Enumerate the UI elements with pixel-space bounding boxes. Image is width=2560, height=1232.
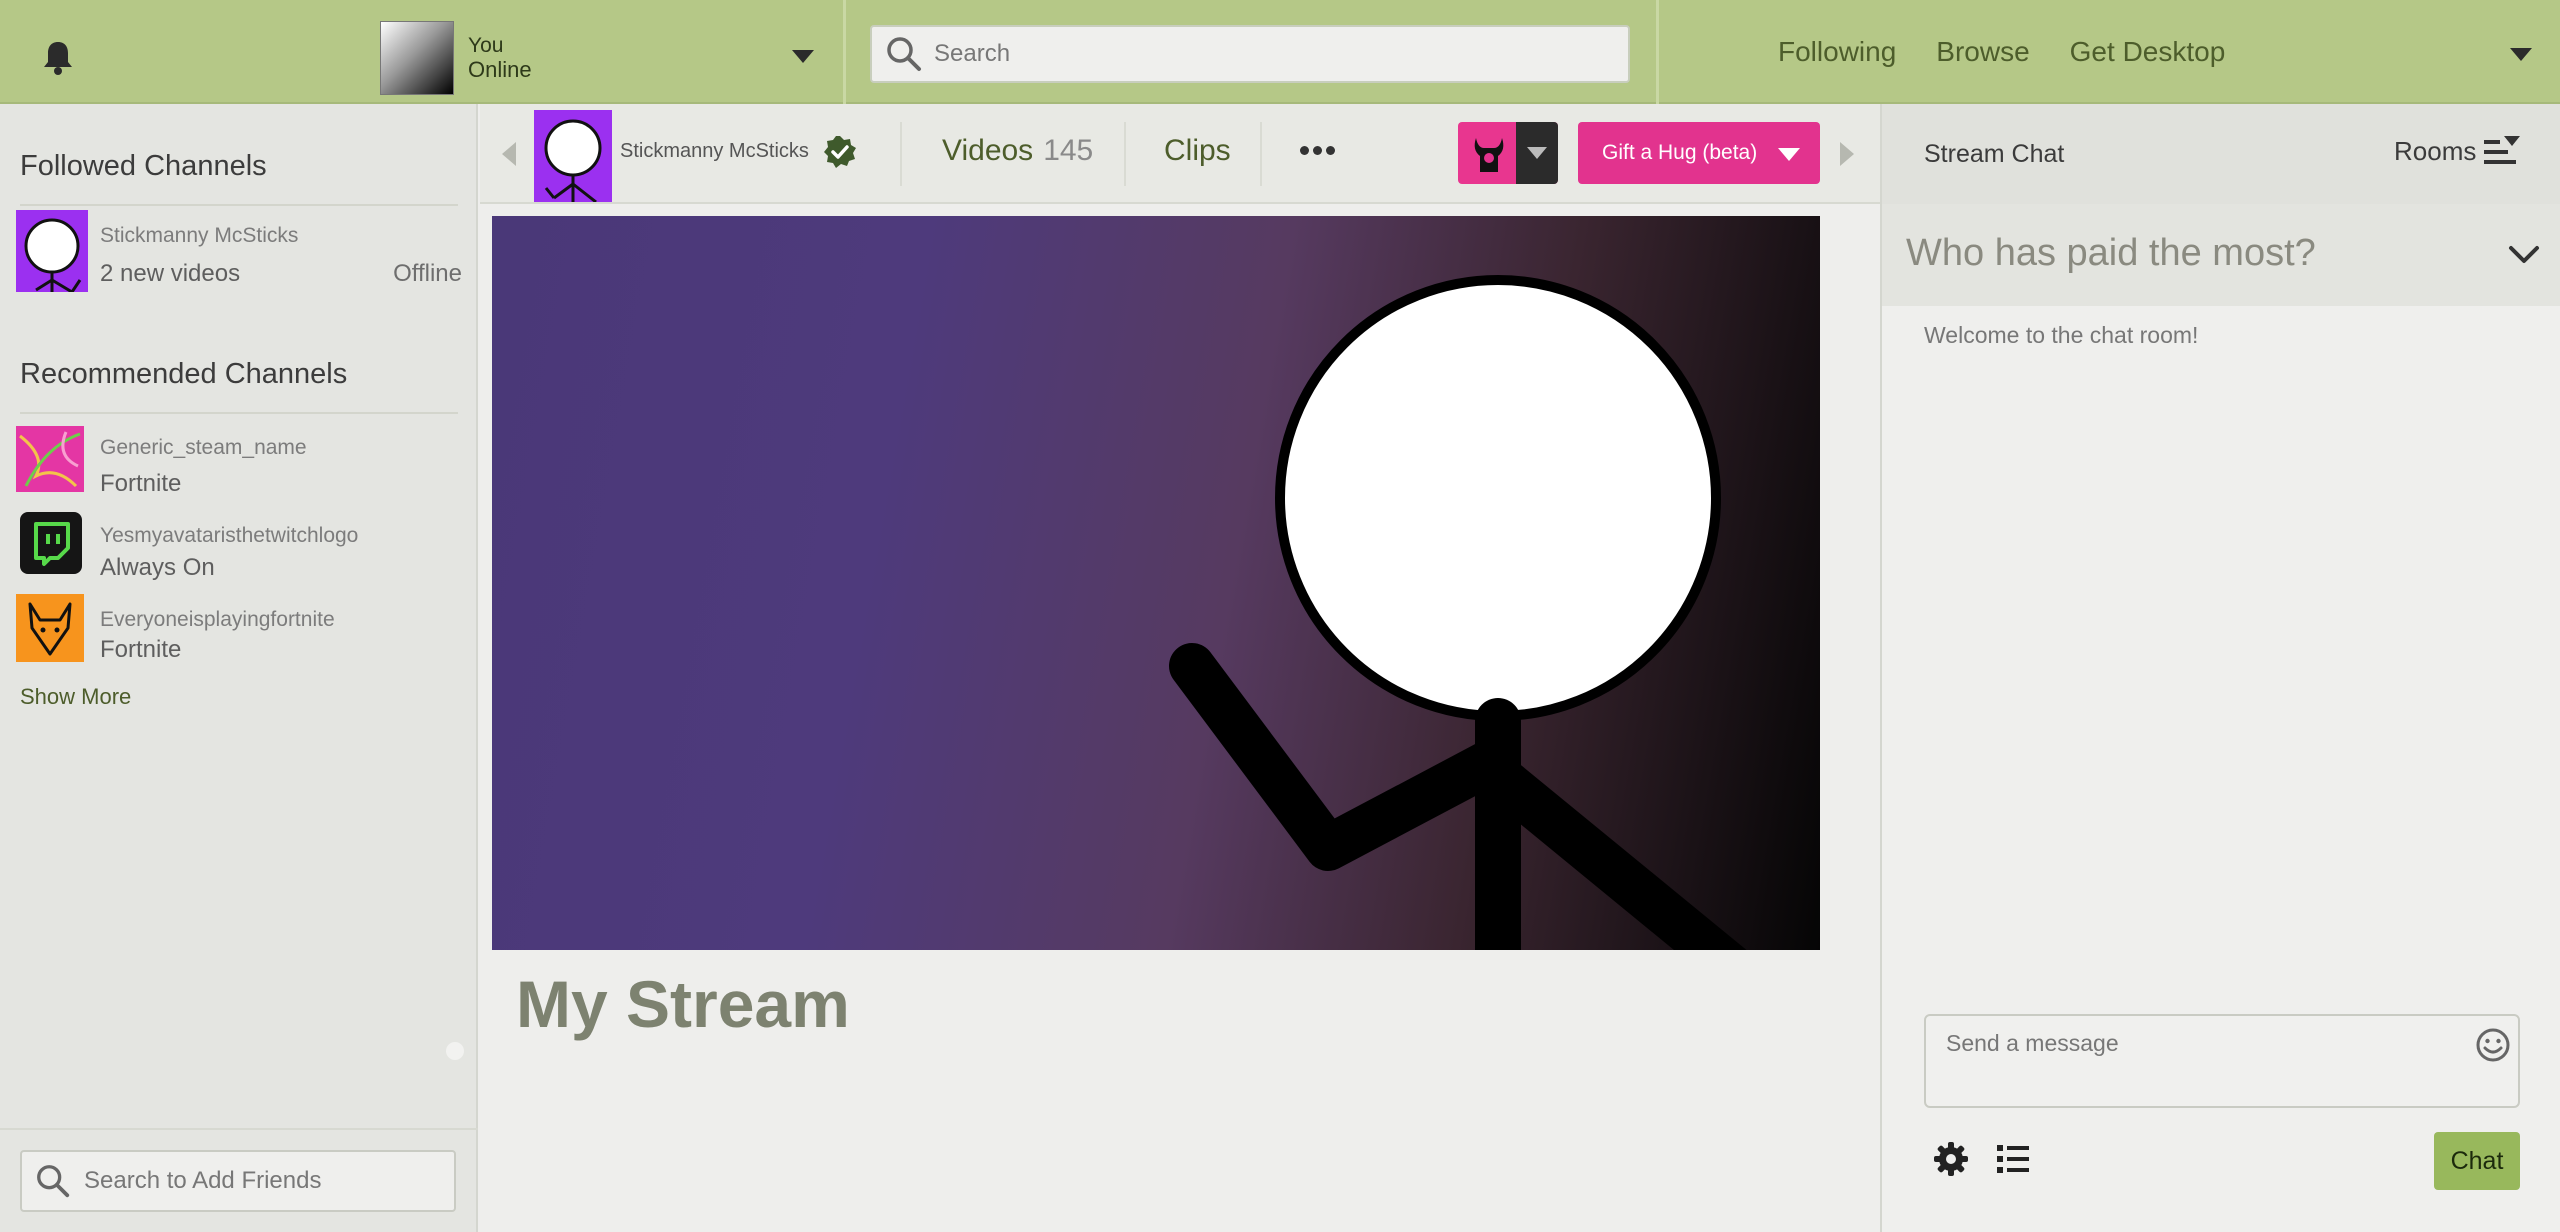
divider — [843, 0, 846, 104]
channel-subtitle: Fortnite — [100, 636, 182, 663]
channel-subtitle: Fortnite — [100, 470, 182, 497]
user-avatar — [380, 21, 454, 95]
channel-subtitle: 2 new videos — [100, 260, 241, 287]
divider — [1656, 0, 1659, 104]
chat-header: Stream Chat Rooms — [1882, 104, 2560, 204]
tab-clips[interactable]: Clips — [1164, 134, 1231, 168]
video-player[interactable] — [492, 216, 1820, 950]
search-icon — [37, 1165, 70, 1198]
rooms-list-icon[interactable] — [2482, 134, 2522, 170]
nav-get-desktop[interactable]: Get Desktop — [2070, 36, 2226, 68]
nav-browse[interactable]: Browse — [1936, 36, 2029, 68]
send-chat-button[interactable]: Chat — [2434, 1132, 2520, 1190]
bell-icon[interactable] — [38, 38, 78, 78]
chevron-down-icon[interactable] — [1516, 122, 1558, 184]
chevron-down-icon[interactable] — [2510, 48, 2532, 61]
emote-button[interactable] — [1458, 122, 1558, 184]
channel-subtitle: Always On — [100, 554, 215, 581]
stream-title: My Stream — [516, 967, 850, 1041]
followed-channel-item[interactable]: Stickmanny McSticks 2 new videos Offline — [16, 210, 462, 292]
list-icon[interactable] — [1994, 1140, 2032, 1178]
channel-name: Stickmanny McSticks — [100, 224, 299, 247]
gift-button-label: Gift a Hug (beta) — [1602, 141, 1758, 164]
friend-search-input[interactable] — [84, 1167, 444, 1195]
user-status: Online — [468, 57, 532, 82]
fox-avatar — [16, 594, 84, 662]
chevron-down-icon[interactable] — [792, 50, 814, 63]
followed-channels-heading: Followed Channels — [20, 150, 267, 182]
tab-videos-label: Videos — [942, 134, 1034, 167]
twitch-logo-avatar — [20, 512, 82, 574]
sidebar: Followed Channels Stickmanny McSticks 2 … — [0, 104, 478, 1232]
recommended-channel-item[interactable]: Yesmyavataristhetwitchlogo Always On — [16, 512, 462, 592]
user-name: You — [468, 34, 504, 57]
channel-status: Offline — [393, 260, 462, 287]
show-more-link[interactable]: Show More — [20, 684, 131, 710]
chat-panel: Stream Chat Rooms Who has paid the most?… — [1880, 104, 2560, 1232]
nav-following[interactable]: Following — [1778, 36, 1896, 68]
pinned-poll[interactable]: Who has paid the most? — [1882, 204, 2560, 306]
emoji-icon[interactable] — [2474, 1026, 2512, 1064]
videos-count: 145 — [1043, 134, 1094, 167]
rooms-button[interactable]: Rooms — [2394, 136, 2476, 167]
channel-name: Generic_steam_name — [100, 436, 307, 459]
divider — [0, 1128, 478, 1130]
search-bar[interactable] — [870, 25, 1630, 83]
recommended-channel-item[interactable]: Generic_steam_name Fortnite — [16, 426, 462, 506]
scroll-right-icon[interactable] — [1840, 142, 1854, 166]
stickman-figure — [1169, 275, 1747, 950]
user-menu[interactable]: You Online — [380, 21, 820, 95]
verified-icon — [824, 136, 856, 168]
top-bar: You Online Following Browse Get Desktop — [0, 0, 2560, 104]
divider — [20, 204, 458, 206]
channel-bar: Stickmanny McSticks Videos 145 Clips Gift… — [480, 104, 1880, 204]
tab-videos[interactable]: Videos 145 — [942, 134, 1093, 168]
divider — [1124, 122, 1126, 186]
chat-welcome-message: Welcome to the chat room! — [1924, 322, 2199, 348]
horns-emote-icon — [1474, 138, 1504, 172]
channel-name[interactable]: Stickmanny McSticks — [620, 140, 809, 163]
friend-search-bar[interactable] — [20, 1150, 456, 1212]
recommended-channel-item[interactable]: Everyoneisplayingfortnite Fortnite — [16, 594, 462, 674]
recommended-channels-heading: Recommended Channels — [20, 358, 348, 390]
stickman-avatar — [16, 210, 88, 292]
pinned-poll-text: Who has paid the most? — [1906, 232, 2316, 274]
gift-a-hug-button[interactable]: Gift a Hug (beta) — [1578, 122, 1820, 184]
channel-name: Everyoneisplayingfortnite — [100, 608, 335, 631]
divider — [20, 412, 458, 414]
message-box[interactable] — [1924, 1014, 2520, 1108]
pink-abstract-avatar — [16, 426, 84, 492]
scroll-left-icon[interactable] — [502, 142, 516, 166]
channel-name: Yesmyavataristhetwitchlogo — [100, 524, 359, 547]
chevron-down-icon[interactable] — [2508, 244, 2540, 266]
chevron-down-icon — [1778, 148, 1800, 161]
chat-title: Stream Chat — [1924, 140, 2065, 168]
more-options-icon[interactable] — [1300, 142, 1340, 158]
divider — [900, 122, 902, 186]
message-input[interactable] — [1946, 1030, 2446, 1090]
top-nav: Following Browse Get Desktop — [1778, 36, 2225, 68]
search-icon — [887, 37, 921, 71]
divider — [1260, 122, 1262, 186]
channel-avatar[interactable] — [534, 110, 612, 202]
gear-icon[interactable] — [1932, 1140, 1970, 1178]
scroll-indicator[interactable] — [446, 1042, 464, 1060]
search-input[interactable] — [934, 40, 1594, 68]
